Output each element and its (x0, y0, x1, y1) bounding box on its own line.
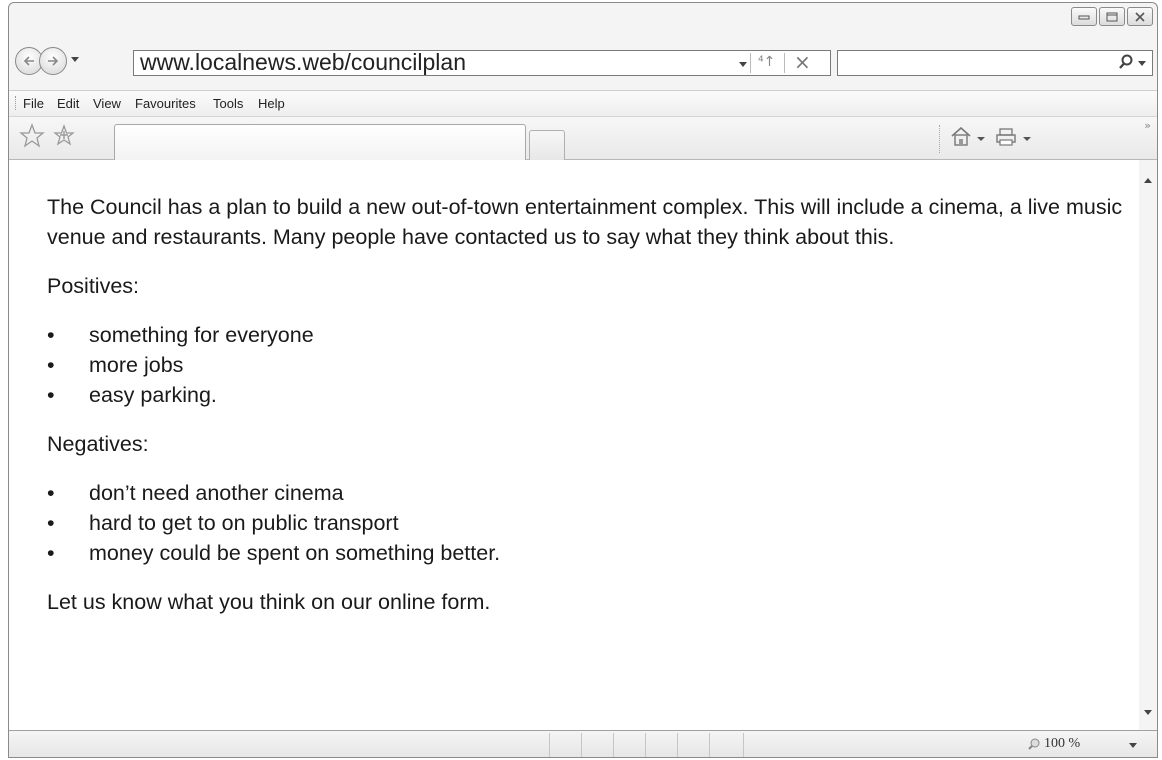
status-pane (613, 733, 614, 757)
list-item: • don’t need another cinema (47, 478, 1127, 508)
list-item-text: easy parking. (89, 383, 217, 407)
divider (750, 53, 751, 73)
status-pane (549, 733, 550, 757)
minimize-button[interactable] (1071, 7, 1097, 26)
search-input[interactable] (840, 53, 1114, 75)
search-icon[interactable] (1118, 54, 1134, 70)
vertical-scrollbar[interactable] (1139, 160, 1157, 730)
scroll-up-icon[interactable] (1144, 178, 1152, 183)
window-controls (1071, 7, 1153, 26)
new-tab-button[interactable] (529, 130, 565, 162)
favorites-bar: » (9, 116, 1157, 162)
menu-bar: File Edit View Favourites Tools Help (9, 90, 1157, 116)
more-commands-icon[interactable]: » (1144, 119, 1151, 132)
bullet: • (47, 481, 55, 505)
status-pane (581, 733, 582, 757)
list-item: • hard to get to on public transport (47, 508, 1127, 538)
zoom-level[interactable]: 100 % (1044, 736, 1080, 752)
negatives-list: • don’t need another cinema • hard to get … (47, 478, 1127, 568)
recent-pages-dropdown[interactable] (71, 57, 79, 62)
positives-heading: Positives: (47, 274, 140, 298)
menu-help[interactable]: Help (258, 96, 285, 111)
menu-view[interactable]: View (93, 96, 121, 111)
page-content: The Council has a plan to build a new ou… (9, 160, 1139, 730)
stop-icon[interactable]: × (794, 50, 811, 74)
bullet: • (47, 383, 55, 407)
home-dropdown-icon[interactable] (977, 137, 985, 141)
forward-arrow-icon (48, 56, 59, 66)
intro-paragraph: The Council has a plan to build a new ou… (47, 195, 1123, 249)
menu-grip (15, 96, 18, 110)
zoom-icon[interactable] (1027, 737, 1041, 751)
forward-button[interactable] (39, 47, 67, 75)
search-box[interactable] (837, 50, 1153, 76)
search-provider-dropdown[interactable] (1138, 61, 1146, 66)
print-icon[interactable] (995, 127, 1017, 147)
positives-list: • something for everyone • more jobs • easy… (47, 320, 1127, 410)
negatives-heading: Negatives: (47, 432, 149, 456)
close-icon (1135, 11, 1145, 22)
list-item-text: don’t need another cinema (89, 481, 344, 505)
status-pane (709, 733, 710, 757)
bullet: • (47, 353, 55, 377)
browser-tab[interactable] (114, 124, 526, 162)
bullet: • (47, 511, 55, 535)
address-bar[interactable]: www.localnews.web/councilplan ⁴↑ × (133, 49, 831, 76)
status-bar: 100 % (9, 730, 1157, 757)
add-favorite-icon[interactable] (51, 123, 77, 149)
favorites-star-icon[interactable] (19, 123, 45, 149)
divider (939, 125, 941, 153)
status-pane (645, 733, 646, 757)
menu-favourites[interactable]: Favourites (135, 96, 196, 111)
print-dropdown-icon[interactable] (1023, 137, 1031, 141)
list-item: • easy parking. (47, 380, 1127, 410)
address-url[interactable]: www.localnews.web/councilplan (140, 49, 466, 76)
status-pane (677, 733, 678, 757)
divider (784, 53, 785, 73)
list-item: • money could be spent on something bette… (47, 538, 1127, 568)
maximize-button[interactable] (1099, 7, 1125, 26)
list-item-text: money could be spent on something better… (89, 541, 501, 565)
minimize-icon (1078, 15, 1090, 19)
home-icon[interactable] (949, 125, 973, 147)
scroll-down-icon[interactable] (1144, 710, 1152, 715)
bullet: • (47, 323, 55, 347)
menu-file[interactable]: File (23, 96, 44, 111)
status-pane (743, 733, 744, 757)
refresh-icon[interactable]: ⁴↑ (758, 54, 775, 70)
maximize-icon (1106, 12, 1118, 21)
list-item-text: something for everyone (89, 323, 314, 347)
zoom-dropdown-icon[interactable] (1129, 743, 1137, 748)
bullet: • (47, 541, 55, 565)
list-item: • something for everyone (47, 320, 1127, 350)
close-button[interactable] (1127, 7, 1153, 26)
navigation-bar: www.localnews.web/councilplan ⁴↑ × (9, 37, 1157, 81)
menu-edit[interactable]: Edit (57, 96, 79, 111)
closing-paragraph: Let us know what you think on our online… (47, 590, 491, 614)
article: The Council has a plan to build a new ou… (47, 192, 1127, 636)
back-arrow-icon (23, 56, 34, 66)
menu-tools[interactable]: Tools (213, 96, 243, 111)
list-item: • more jobs (47, 350, 1127, 380)
browser-window: www.localnews.web/councilplan ⁴↑ × File … (8, 2, 1158, 758)
list-item-text: more jobs (89, 353, 184, 377)
address-dropdown-icon[interactable] (739, 62, 747, 67)
list-item-text: hard to get to on public transport (89, 511, 399, 535)
